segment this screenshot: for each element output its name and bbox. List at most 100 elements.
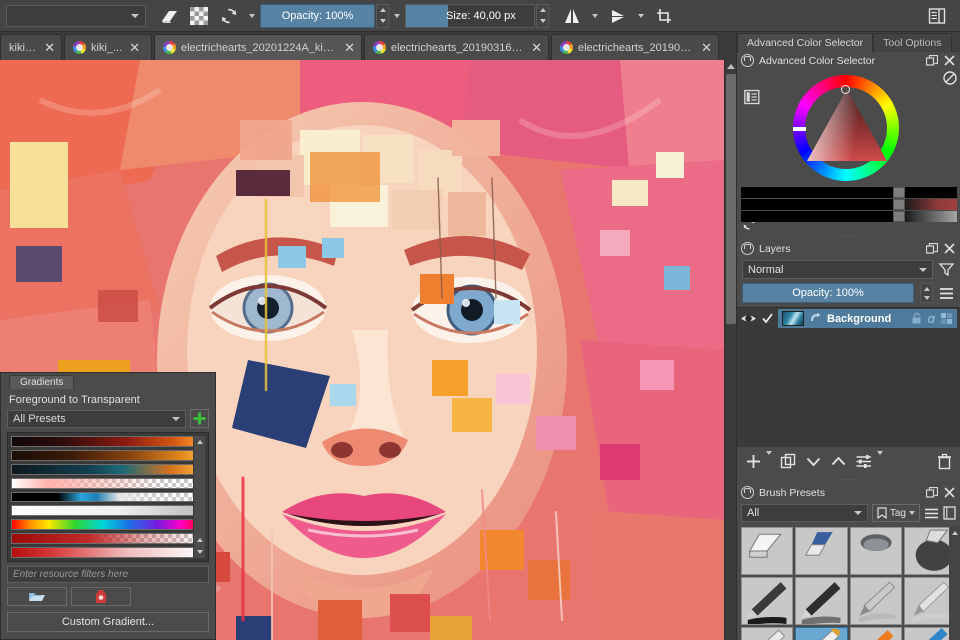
- storage-icon[interactable]: [943, 506, 956, 520]
- eraser-icon[interactable]: [154, 3, 184, 29]
- layer-opacity-slider[interactable]: Opacity: 100%: [742, 283, 914, 303]
- tab-tool-options[interactable]: Tool Options: [873, 33, 952, 52]
- gradient-preset-item[interactable]: [11, 547, 205, 559]
- blending-mode-select[interactable]: Normal: [742, 260, 933, 279]
- close-docker-icon[interactable]: [943, 242, 956, 255]
- import-resource-icon[interactable]: [7, 587, 67, 606]
- tab-advanced-color-selector[interactable]: Advanced Color Selector: [737, 33, 874, 52]
- list-view-icon[interactable]: [924, 507, 939, 520]
- value-strip-left[interactable]: [741, 211, 893, 222]
- tone-strip-right[interactable]: [905, 199, 957, 210]
- layer-checkbox[interactable]: [761, 312, 774, 325]
- layer-properties-dropdown-icon[interactable]: [877, 451, 883, 467]
- gradient-preset-list[interactable]: [7, 432, 209, 562]
- selector-settings-icon[interactable]: [744, 89, 760, 105]
- resource-filter-input[interactable]: Enter resource filters here: [7, 566, 209, 583]
- close-icon[interactable]: ✕: [701, 41, 712, 54]
- move-layer-down-icon[interactable]: [805, 453, 822, 470]
- lock-docker-icon[interactable]: [741, 242, 754, 255]
- preserve-alpha-icon[interactable]: [184, 3, 214, 29]
- close-docker-icon[interactable]: [943, 486, 956, 499]
- brush-preset-grid[interactable]: [741, 527, 956, 640]
- brush-preset-item[interactable]: [795, 577, 848, 625]
- opacity-dropdown-icon[interactable]: [389, 3, 405, 29]
- gradient-preset-item[interactable]: [11, 477, 205, 489]
- color-swatch-row-3[interactable]: [741, 211, 957, 222]
- float-docker-icon[interactable]: [925, 242, 938, 255]
- gradient-preset-filter-select[interactable]: All Presets: [7, 409, 186, 428]
- duplicate-layer-icon[interactable]: [780, 453, 797, 470]
- tone-handle[interactable]: [893, 199, 905, 210]
- color-swatch-row-2[interactable]: [741, 199, 957, 210]
- alpha-inherit-icon[interactable]: α: [928, 311, 935, 326]
- scroll-up-arrow-icon[interactable]: [725, 60, 736, 72]
- table-row[interactable]: Background α: [737, 308, 960, 329]
- onion-skin-icon[interactable]: [809, 312, 822, 325]
- gradient-preset-item[interactable]: [11, 449, 205, 461]
- gradient-preset-item[interactable]: [11, 533, 205, 545]
- brush-preset-item[interactable]: [795, 627, 848, 640]
- layer-properties-icon[interactable]: [855, 454, 873, 469]
- brush-preset-item[interactable]: [849, 577, 902, 625]
- brush-preset-item[interactable]: [849, 627, 902, 640]
- shade-strip-right[interactable]: [905, 187, 957, 198]
- opacity-spinner[interactable]: [376, 3, 389, 28]
- close-icon[interactable]: ✕: [44, 41, 55, 54]
- value-strip-right[interactable]: [905, 211, 957, 222]
- dock-splitter-handle[interactable]: ······: [737, 475, 960, 484]
- lock-docker-icon[interactable]: [741, 486, 754, 499]
- close-docker-icon[interactable]: [943, 54, 956, 67]
- close-icon[interactable]: ✕: [531, 41, 542, 54]
- opacity-slider[interactable]: Opacity: 100%: [260, 3, 375, 28]
- layer-opacity-spinner[interactable]: [920, 283, 933, 303]
- layer-filter-icon[interactable]: [938, 261, 955, 278]
- document-tab[interactable]: electrichearts_20190316_k... ✕: [364, 34, 549, 60]
- gradient-preset-item[interactable]: [11, 463, 205, 475]
- brush-preset-item[interactable]: [741, 627, 794, 640]
- delete-resource-icon[interactable]: [71, 587, 131, 606]
- lock-icon[interactable]: [910, 312, 923, 325]
- shade-strip-left[interactable]: [741, 187, 893, 198]
- brush-preset-item[interactable]: [849, 527, 902, 575]
- tab-gradients[interactable]: Gradients: [9, 375, 75, 389]
- document-tab[interactable]: kiki_... ✕: [64, 34, 152, 60]
- mirror-vertical-icon[interactable]: [603, 3, 633, 29]
- document-tab[interactable]: electrichearts_20201224A_kiki... ✕: [154, 34, 362, 60]
- float-docker-icon[interactable]: [925, 486, 938, 499]
- brush-preset-item[interactable]: [741, 577, 794, 625]
- dock-splitter-handle[interactable]: ······: [737, 231, 960, 240]
- brush-grid-scrollbar[interactable]: [949, 527, 960, 640]
- mirror-h-dropdown-icon[interactable]: [587, 3, 603, 29]
- brush-preset-item[interactable]: [795, 527, 848, 575]
- close-icon[interactable]: ✕: [129, 41, 140, 54]
- alpha-lock-icon[interactable]: [940, 312, 953, 325]
- value-handle[interactable]: [893, 211, 905, 222]
- document-tab[interactable]: electrichearts_201903... ✕: [551, 34, 719, 60]
- workspace-chooser-icon[interactable]: [922, 3, 952, 29]
- tag-button[interactable]: Tag: [871, 504, 920, 522]
- size-spinner[interactable]: [536, 3, 549, 28]
- reload-dropdown-icon[interactable]: [244, 3, 260, 29]
- layer-properties-menu-icon[interactable]: [938, 286, 955, 301]
- brush-tag-filter-select[interactable]: All: [741, 504, 868, 522]
- mirror-v-dropdown-icon[interactable]: [633, 3, 649, 29]
- delete-layer-icon[interactable]: [937, 453, 952, 470]
- gradient-preset-item[interactable]: [11, 491, 205, 503]
- eye-icon[interactable]: [740, 312, 757, 325]
- float-docker-icon[interactable]: [925, 54, 938, 67]
- advanced-color-selector[interactable]: [737, 69, 960, 222]
- no-color-icon[interactable]: [943, 71, 957, 85]
- move-layer-up-icon[interactable]: [830, 453, 847, 470]
- mirror-horizontal-icon[interactable]: [557, 3, 587, 29]
- brush-preset-combo[interactable]: [6, 4, 146, 27]
- layer-row-content[interactable]: Background α: [778, 309, 957, 328]
- document-tab[interactable]: kiki_... ✕: [0, 34, 62, 60]
- color-swatch-row-1[interactable]: [741, 187, 957, 198]
- add-layer-dropdown-icon[interactable]: [766, 451, 772, 467]
- gradient-preset-item[interactable]: [11, 436, 205, 447]
- scrollbar-thumb[interactable]: [726, 74, 736, 324]
- add-preset-icon[interactable]: [190, 409, 209, 428]
- crop-wraparound-icon[interactable]: [649, 3, 679, 29]
- brush-preset-item[interactable]: [741, 527, 794, 575]
- canvas-vertical-scrollbar[interactable]: [724, 60, 736, 640]
